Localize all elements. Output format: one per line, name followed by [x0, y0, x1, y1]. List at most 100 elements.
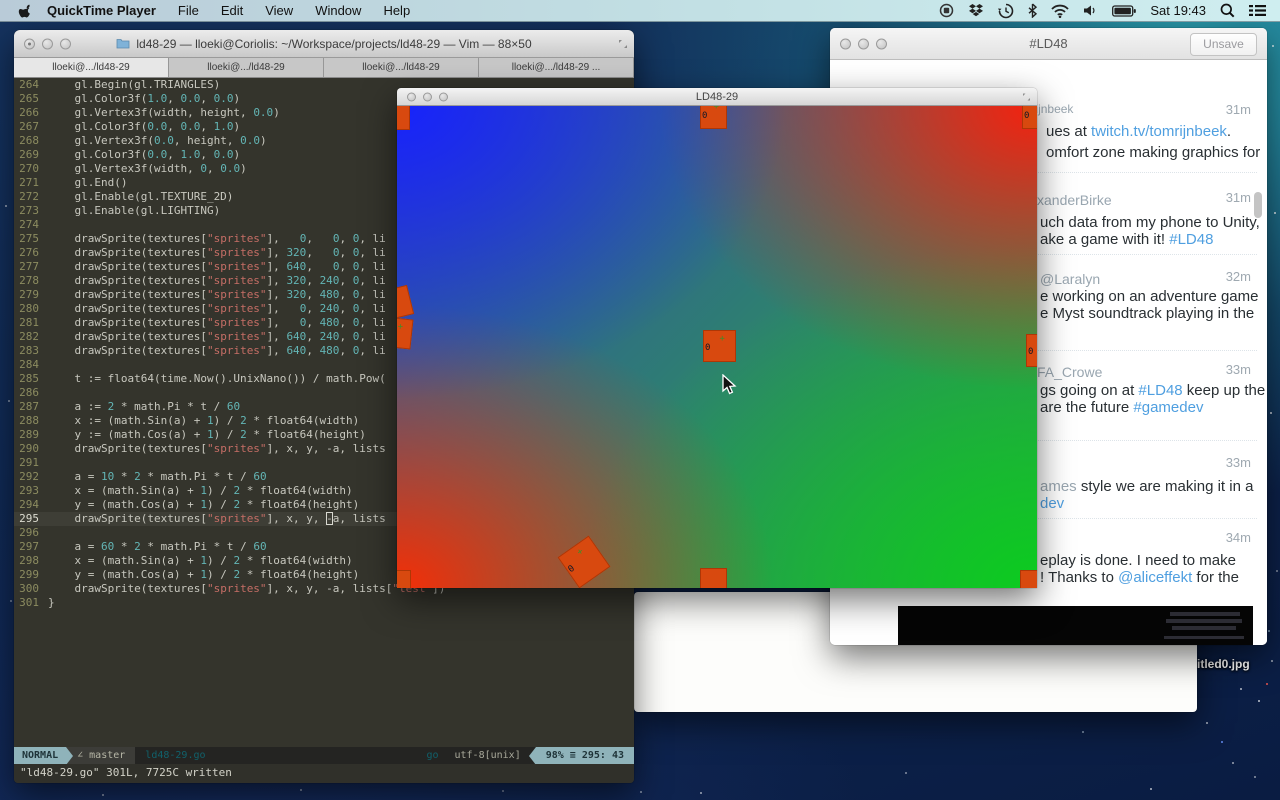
- wifi-icon[interactable]: [1051, 4, 1069, 18]
- game-canvas[interactable]: +00+0+00+0: [397, 106, 1037, 588]
- zoom-button[interactable]: [60, 38, 71, 49]
- fullscreen-icon[interactable]: [618, 39, 628, 49]
- menubar-clock[interactable]: Sat 19:43: [1150, 3, 1206, 18]
- media-text-noise: [1164, 636, 1244, 639]
- menu-view[interactable]: View: [265, 3, 293, 18]
- tweet-text-fragment: e working on an adventure game: [1040, 288, 1258, 305]
- tweet-text: omfort zone making graphics for: [1046, 144, 1260, 161]
- tweet-link[interactable]: #gamedev: [1133, 399, 1203, 416]
- terminal-tab-2[interactable]: lloeki@.../ld48-29: [169, 58, 324, 77]
- tweet-text: ake a game with it! #LD48: [1040, 231, 1213, 248]
- tweet-link[interactable]: @aliceffekt: [1118, 569, 1192, 586]
- game-traffic-lights[interactable]: [407, 92, 448, 101]
- tweet-text-fragment: gs going on at: [1040, 382, 1138, 399]
- apple-logo-icon: [18, 3, 31, 18]
- tweet-text-fragment: style we are making it in a: [1081, 478, 1254, 495]
- tweet-link[interactable]: twitch.tv/tomrijnbeek: [1091, 123, 1227, 140]
- tweet-text: ! Thanks to @aliceffekt for the: [1040, 569, 1239, 586]
- battery-icon[interactable]: [1112, 5, 1136, 17]
- close-button[interactable]: [840, 38, 851, 49]
- terminal-tab-4[interactable]: lloeki@.../ld48-29 ...: [479, 58, 634, 77]
- tweet-text-fragment: ues at: [1046, 123, 1091, 140]
- bluetooth-icon[interactable]: [1028, 3, 1037, 18]
- close-button[interactable]: [24, 38, 35, 49]
- zoom-button[interactable]: [439, 92, 448, 101]
- record-stop-icon[interactable]: [939, 3, 954, 18]
- media-text-noise: [1172, 626, 1236, 630]
- tweet-handle-fragment[interactable]: ames: [1040, 478, 1081, 495]
- tweet-text-fragment: keep up the: [1183, 382, 1266, 399]
- terminal-titlebar[interactable]: ld48-29 — lloeki@Coriolis: ~/Workspace/p…: [14, 30, 634, 58]
- unsave-button[interactable]: Unsave: [1190, 33, 1257, 56]
- twitter-titlebar[interactable]: #LD48 Unsave: [830, 28, 1267, 60]
- media-text-noise: [1166, 619, 1242, 623]
- game-sprite-7: 0: [1026, 334, 1037, 367]
- tweet-timestamp: 33m: [1226, 455, 1251, 470]
- tweet-timestamp: 31m: [1226, 190, 1251, 205]
- terminal-tab-3[interactable]: lloeki@.../ld48-29: [324, 58, 479, 77]
- close-button[interactable]: [407, 92, 416, 101]
- sprite-label: 0: [702, 111, 707, 121]
- zoom-button[interactable]: [876, 38, 887, 49]
- menu-window[interactable]: Window: [315, 3, 361, 18]
- tweet-text-fragment: ake a game with it!: [1040, 231, 1169, 248]
- app-menu[interactable]: QuickTime Player: [47, 3, 156, 18]
- powerline-arrow-icon: [66, 747, 73, 765]
- fullscreen-icon[interactable]: [1022, 92, 1031, 101]
- tweet-text: dev: [1040, 495, 1064, 512]
- game-sprite-11: [397, 570, 411, 588]
- tweet-author-handle[interactable]: xanderBirke: [1037, 192, 1112, 208]
- tweet-link[interactable]: #LD48: [1138, 382, 1182, 399]
- menu-items: File Edit View Window Help: [156, 3, 410, 18]
- spotlight-icon[interactable]: [1220, 3, 1235, 18]
- desktop-file-label[interactable]: itled0.jpg: [1197, 657, 1250, 671]
- vim-mode: NORMAL: [14, 747, 66, 764]
- tweet-timestamp: 34m: [1226, 530, 1251, 545]
- tweet-text-fragment: .: [1227, 123, 1231, 140]
- volume-icon[interactable]: [1083, 4, 1098, 17]
- menubar: QuickTime Player FileEditViewWindowHelp …: [0, 0, 1280, 22]
- tweet-timestamp: 31m: [1226, 102, 1251, 117]
- mouse-cursor-icon: [722, 374, 737, 396]
- terminal-traffic-lights[interactable]: [24, 38, 71, 49]
- dropbox-icon[interactable]: [968, 3, 984, 18]
- code-line-301: 301}: [14, 596, 634, 610]
- game-sprite-9: [700, 568, 727, 588]
- terminal-tab-1[interactable]: lloeki@.../ld48-29: [14, 58, 169, 77]
- menu-help[interactable]: Help: [383, 3, 410, 18]
- twitter-traffic-lights[interactable]: [840, 38, 887, 49]
- minimize-button[interactable]: [423, 92, 432, 101]
- tweet-text: uch data from my phone to Unity,: [1040, 214, 1260, 231]
- minimize-button[interactable]: [42, 38, 53, 49]
- notification-center-icon[interactable]: [1249, 4, 1266, 17]
- tweet-timestamp: 32m: [1226, 269, 1251, 284]
- sprite-label: 0: [705, 343, 710, 353]
- tweet-link[interactable]: dev: [1040, 495, 1064, 512]
- game-sprite-3: 0: [1022, 106, 1037, 129]
- tweet-author-handle[interactable]: FA_Crowe: [1037, 364, 1102, 380]
- menu-file[interactable]: File: [178, 3, 199, 18]
- menu-edit[interactable]: Edit: [221, 3, 243, 18]
- tweet-text: eplay is done. I need to make: [1040, 552, 1236, 569]
- sprite-label: 0: [1028, 347, 1033, 357]
- tweet-text: ues at twitch.tv/tomrijnbeek.: [1046, 123, 1231, 140]
- git-branch: ∠ master: [73, 747, 135, 764]
- time-machine-icon[interactable]: [998, 3, 1014, 19]
- minimize-button[interactable]: [858, 38, 869, 49]
- tweet-link[interactable]: #LD48: [1169, 231, 1213, 248]
- apple-menu[interactable]: [18, 3, 31, 18]
- vim-encoding: utf-8[unix]: [446, 747, 528, 764]
- tweet-media-image[interactable]: [898, 606, 1253, 645]
- tweet-text-fragment: ! Thanks to: [1040, 569, 1118, 586]
- game-window[interactable]: LD48-29 +00+0+00+0: [397, 88, 1037, 588]
- tweet-author-handle[interactable]: @Laralyn: [1040, 271, 1100, 287]
- media-text-noise: [1170, 612, 1240, 616]
- game-titlebar[interactable]: LD48-29: [397, 88, 1037, 106]
- vim-position: 98% ≡ 295: 43: [536, 747, 634, 764]
- scrollbar-thumb[interactable]: [1254, 192, 1262, 218]
- tweet-text-fragment: eplay is done. I need to make: [1040, 552, 1236, 569]
- tweet-text: e Myst soundtrack playing in the: [1040, 305, 1254, 322]
- game-sprite-8: +0: [558, 536, 611, 588]
- tweet-text-fragment: omfort zone making graphics for: [1046, 144, 1260, 161]
- twitter-window-title: #LD48: [1029, 36, 1067, 51]
